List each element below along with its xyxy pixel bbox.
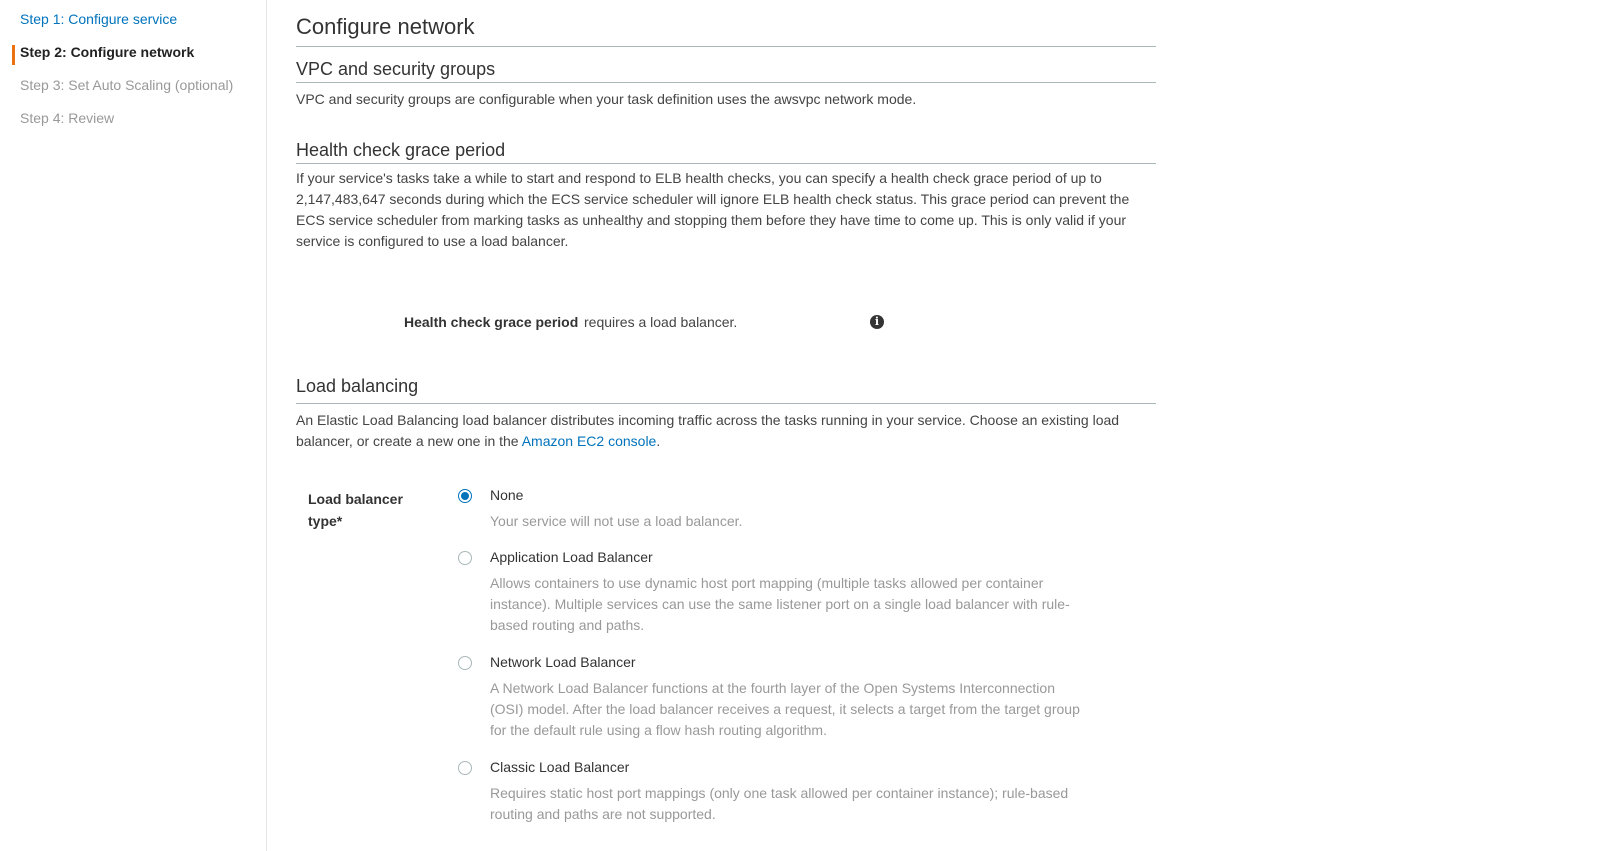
load-balancing-description: An Elastic Load Balancing load balancer … <box>296 410 1146 452</box>
health-check-grace-period-value: requires a load balancer. <box>584 314 738 330</box>
option-clb-description: Requires static host port mappings (only… <box>490 785 1069 822</box>
info-icon[interactable]: i <box>870 315 884 329</box>
page-title: Configure network <box>296 14 475 39</box>
load-balancer-type-label: Load balancer type* <box>308 491 403 529</box>
radio-application-load-balancer[interactable] <box>458 551 472 565</box>
health-check-divider <box>296 163 1156 164</box>
health-check-grace-period-label: Health check grace period <box>404 314 579 330</box>
health-check-description: If your service's tasks take a while to … <box>296 170 1130 249</box>
option-nlb-title[interactable]: Network Load Balancer <box>490 654 636 670</box>
step-set-auto-scaling: Step 3: Set Auto Scaling (optional) <box>20 77 234 93</box>
load-balancing-text-end: . <box>656 433 661 449</box>
wizard-steps-sidebar: Step 1: Configure service Step 2: Config… <box>0 0 267 851</box>
vpc-heading: VPC and security groups <box>296 59 496 79</box>
title-divider <box>296 46 1156 47</box>
page: Step 1: Configure service Step 2: Config… <box>0 0 1615 851</box>
step-configure-service[interactable]: Step 1: Configure service <box>20 9 177 29</box>
option-clb-title[interactable]: Classic Load Balancer <box>490 759 629 775</box>
vpc-description: VPC and security groups are configurable… <box>296 91 917 107</box>
amazon-ec2-console-link[interactable]: Amazon EC2 console <box>522 433 657 449</box>
radio-none[interactable] <box>458 489 472 503</box>
option-alb-title[interactable]: Application Load Balancer <box>490 549 653 565</box>
load-balancing-divider <box>296 403 1156 404</box>
step-configure-network: Step 2: Configure network <box>20 44 195 60</box>
load-balancing-heading: Load balancing <box>296 376 419 396</box>
radio-classic-load-balancer[interactable] <box>458 761 472 775</box>
radio-network-load-balancer[interactable] <box>458 656 472 670</box>
vpc-divider <box>296 82 1156 83</box>
option-none-title[interactable]: None <box>490 487 523 503</box>
active-step-marker <box>12 45 15 65</box>
load-balancing-text: An Elastic Load Balancing load balancer … <box>296 412 1120 449</box>
option-none-description: Your service will not use a load balance… <box>490 513 743 529</box>
option-nlb-description: A Network Load Balancer functions at the… <box>490 680 1080 738</box>
option-alb-description: Allows containers to use dynamic host po… <box>490 575 1070 633</box>
health-check-heading: Health check grace period <box>296 140 506 160</box>
step-review: Step 4: Review <box>20 110 115 126</box>
